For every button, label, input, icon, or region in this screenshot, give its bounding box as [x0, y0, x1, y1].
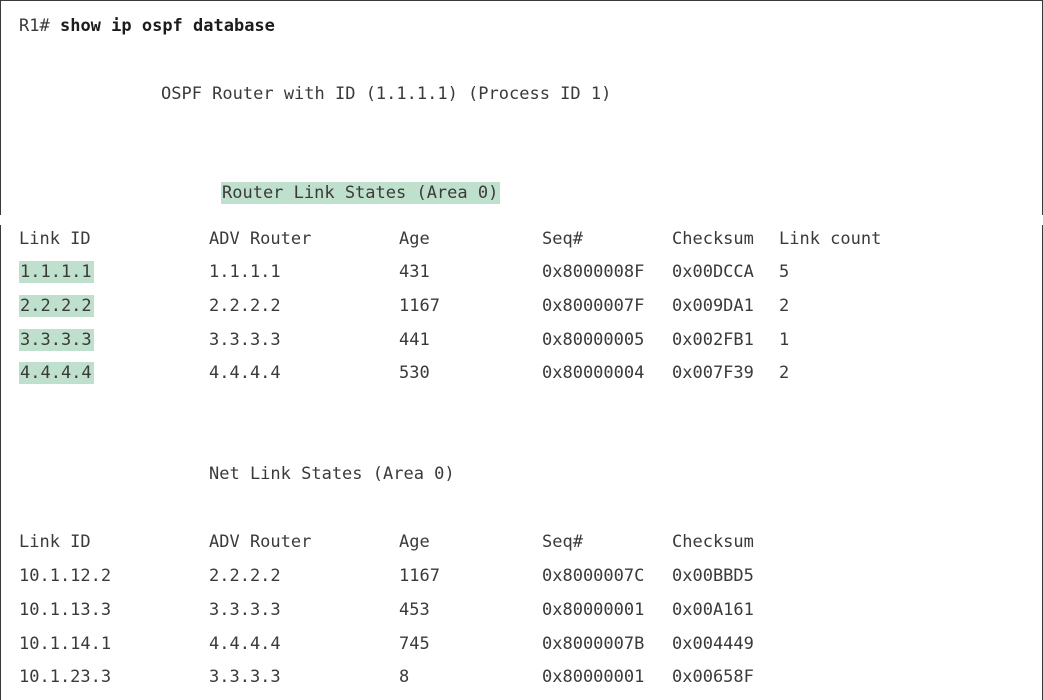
router-table-header: Seq# — [542, 229, 583, 249]
router-table-header: ADV Router — [209, 229, 312, 249]
router-table-cell: 431 — [399, 262, 430, 282]
router-link-id-cell: 1.1.1.1 — [19, 261, 94, 283]
router-id-header: OSPF Router with ID (1.1.1.1) (Process I… — [161, 84, 612, 104]
router-table-cell: 1167 — [399, 295, 440, 316]
net-table-cell: 2.2.2.2 — [209, 566, 281, 586]
net-table-cell: 0x00BBD5 — [672, 566, 754, 586]
router-table-cell: 0x00DCCA — [672, 262, 754, 282]
net-table-cell: 10.1.14.1 — [19, 633, 112, 654]
net-table-header: ADV Router — [209, 532, 312, 552]
router-link-id-cell: 2.2.2.2 — [19, 294, 94, 317]
net-table-cell: 10.1.23.3 — [19, 667, 112, 688]
router-table-cell: 4.4.4.4 — [209, 363, 281, 384]
router-table-cell: 0x8000007F — [542, 295, 645, 316]
router-table-cell: 2 — [779, 363, 790, 384]
router-table-cell: 1.1.1.1 — [209, 262, 281, 282]
net-table-cell: 10.1.12.2 — [19, 566, 112, 586]
router-link-id-cell: 3.3.3.3 — [19, 328, 94, 351]
router-table-cell: 2 — [779, 295, 790, 316]
net-table-cell: 0x80000001 — [542, 667, 645, 688]
net-table-cell: 3.3.3.3 — [209, 667, 281, 688]
router-table-cell: 0x80000004 — [542, 363, 645, 384]
router-link-id-cell: 4.4.4.4 — [19, 362, 94, 385]
router-table-cell: 441 — [399, 329, 430, 350]
net-table-cell: 453 — [399, 599, 430, 620]
net-table-cell: 1167 — [399, 566, 440, 586]
router-table-cell: 5 — [779, 262, 790, 282]
net-table-header: Age — [399, 532, 430, 552]
router-table-cell: 0x8000008F — [542, 262, 645, 282]
net-table-cell: 3.3.3.3 — [209, 599, 281, 620]
router-table-header: Link ID — [19, 229, 91, 249]
net-table-cell: 0x8000007B — [542, 633, 645, 654]
net-table-cell: 10.1.13.3 — [19, 599, 112, 620]
router-table-header: Link count — [779, 229, 882, 249]
router-table-cell: 0x002FB1 — [672, 329, 754, 350]
terminal-output-frame: R1# show ip ospf database OSPF Router wi… — [0, 0, 1043, 700]
router-table-cell: 530 — [399, 363, 430, 384]
net-table-cell: 745 — [399, 633, 430, 654]
router-link-states-title: Router Link States (Area 0) — [221, 182, 501, 204]
router-table-cell: 3.3.3.3 — [209, 329, 281, 350]
router-table-cell: 0x80000005 — [542, 329, 645, 350]
router-table-cell: 1 — [779, 329, 790, 350]
net-table-header: Checksum — [672, 532, 754, 552]
router-table-cell: 0x007F39 — [672, 363, 754, 384]
frame-break-left — [0, 215, 3, 225]
net-table-cell: 8 — [399, 667, 410, 688]
command-line: R1# show ip ospf database — [19, 15, 275, 37]
router-table-cell: 0x009DA1 — [672, 295, 754, 316]
router-table-header: Age — [399, 229, 430, 249]
router-table-cell: 2.2.2.2 — [209, 295, 281, 316]
router-table-header: Checksum — [672, 229, 754, 249]
cli-prompt: R1# — [19, 16, 50, 36]
net-table-cell: 0x00658F — [672, 667, 754, 688]
net-table-header: Seq# — [542, 532, 583, 552]
net-table-cell: 0x00A161 — [672, 599, 754, 620]
net-table-cell: 0x004449 — [672, 633, 754, 654]
net-table-cell: 0x8000007C — [542, 566, 645, 586]
net-table-header: Link ID — [19, 532, 91, 552]
net-table-cell: 0x80000001 — [542, 599, 645, 620]
cli-command: show ip ospf database — [59, 16, 275, 36]
net-link-states-title: Net Link States (Area 0) — [209, 464, 455, 484]
net-table-cell: 4.4.4.4 — [209, 633, 281, 654]
